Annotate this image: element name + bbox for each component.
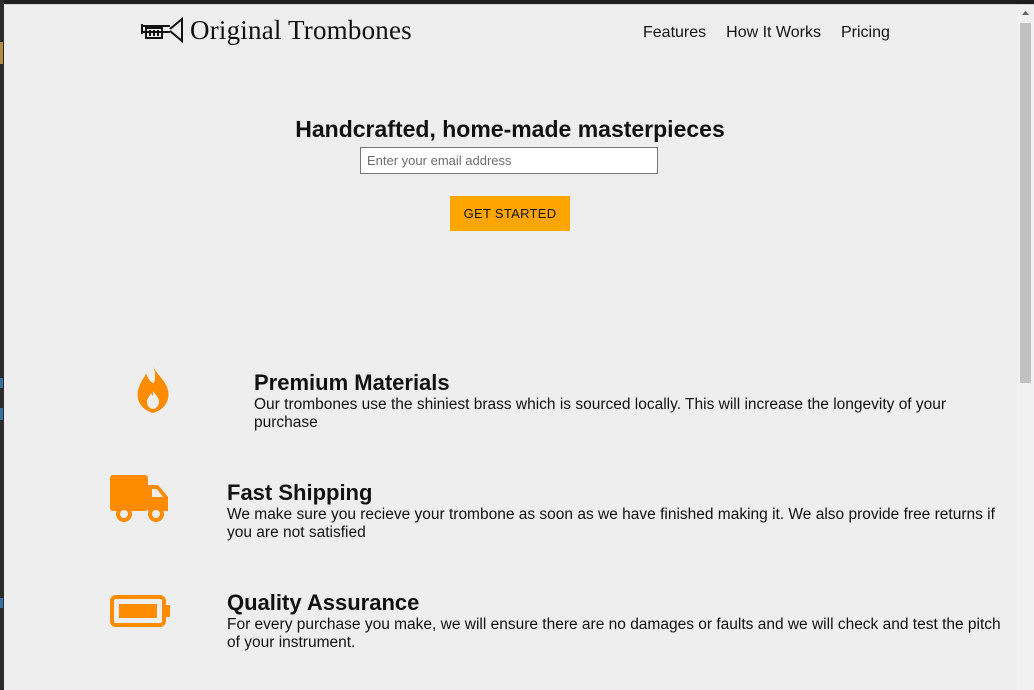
feature-text: Premium Materials Our trombones use the … [254, 370, 1008, 432]
truck-icon [110, 475, 168, 522]
feature-text: Quality Assurance For every purchase you… [227, 590, 1008, 652]
edge-mark [0, 42, 3, 64]
feature-title: Quality Assurance [227, 590, 420, 615]
vertical-scrollbar[interactable] [1017, 5, 1034, 690]
edge-mark [0, 378, 3, 388]
feature-description: Our trombones use the shiniest brass whi… [254, 396, 947, 431]
feature-title: Fast Shipping [227, 480, 373, 505]
nav-link-pricing[interactable]: Pricing [841, 24, 890, 42]
scroll-thumb[interactable] [1020, 23, 1031, 383]
nav-link-features[interactable]: Features [643, 24, 706, 42]
feature-text: Fast Shipping We make sure you recieve y… [227, 480, 1008, 542]
email-input[interactable] [360, 147, 658, 174]
nav-link-how-it-works[interactable]: How It Works [726, 24, 821, 42]
feature-description: For every purchase you make, we will ens… [227, 616, 1001, 651]
feature-title: Premium Materials [254, 370, 450, 395]
scroll-up-arrow-icon[interactable] [1017, 5, 1034, 22]
feature-description: We make sure you recieve your trombone a… [227, 506, 995, 541]
edge-mark [0, 408, 3, 420]
fire-icon [137, 365, 169, 413]
hero-title: Handcrafted, home-made masterpieces [295, 116, 725, 143]
battery-icon [110, 595, 170, 627]
get-started-button[interactable]: GET STARTED [450, 196, 570, 231]
logo-text: Original Trombones [190, 15, 412, 45]
nav-bar: Features How It Works Pricing [643, 24, 910, 42]
site-logo[interactable]: Original Trombones [140, 15, 412, 46]
trombone-icon [141, 16, 183, 43]
edge-mark [0, 598, 3, 608]
browser-page: Original Trombones Features How It Works… [4, 4, 1034, 690]
